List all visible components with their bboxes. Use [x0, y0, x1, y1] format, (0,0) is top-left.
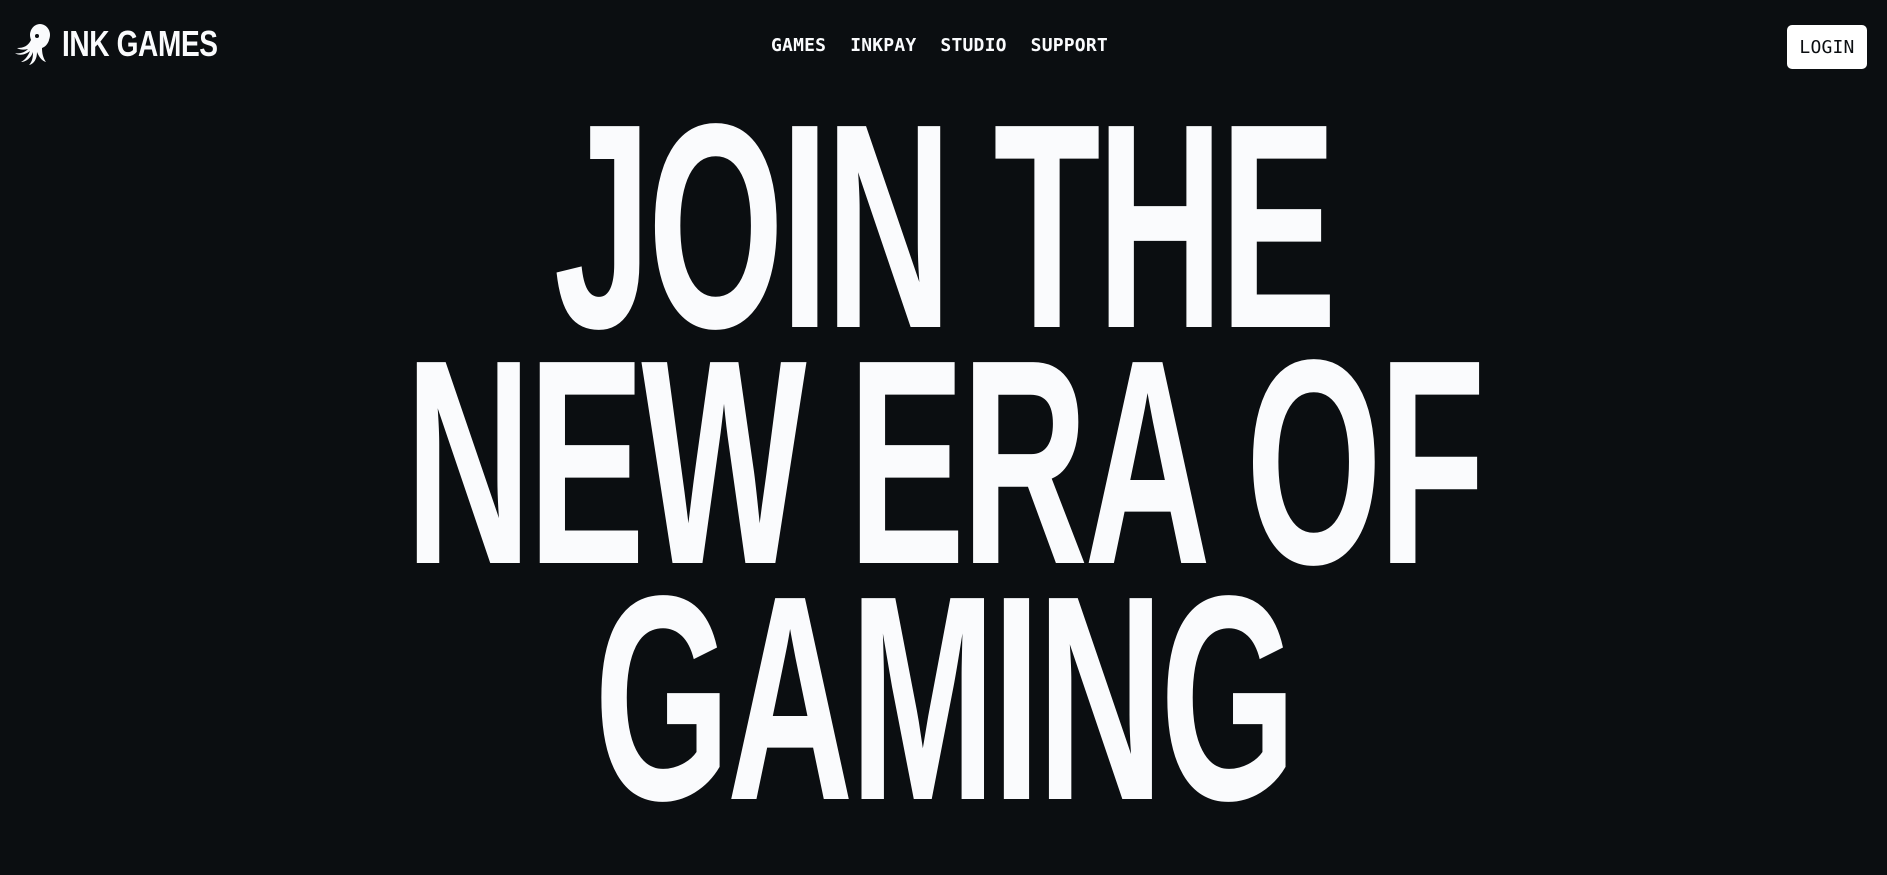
- brand-logo-link[interactable]: INK GAMES: [14, 22, 262, 66]
- login-button[interactable]: LOGIN: [1787, 25, 1867, 69]
- hero-line-3: GAMING: [594, 535, 1296, 861]
- main-nav: GAMES INKPAY STUDIO SUPPORT: [771, 30, 1120, 62]
- hero-section: JOIN THE NEW ERA OF GAMING: [0, 80, 1887, 861]
- brand-name: INK GAMES: [62, 23, 218, 64]
- nav-link-studio[interactable]: STUDIO: [928, 30, 1018, 62]
- nav-link-inkpay[interactable]: INKPAY: [838, 30, 928, 62]
- hero-headline: JOIN THE NEW ERA OF GAMING: [0, 80, 1887, 861]
- octopus-icon: [15, 24, 50, 65]
- nav-link-games[interactable]: GAMES: [771, 30, 838, 62]
- nav-link-support[interactable]: SUPPORT: [1019, 30, 1120, 62]
